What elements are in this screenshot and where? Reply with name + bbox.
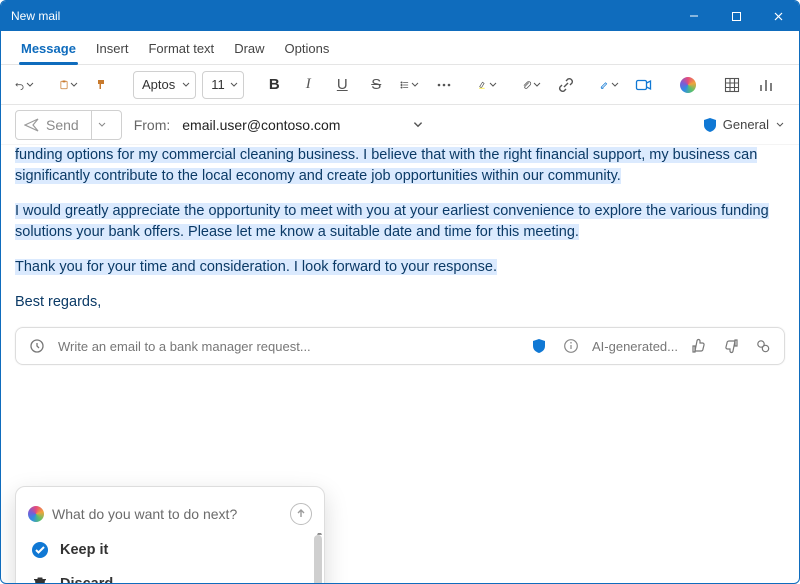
copilot-icon (680, 77, 696, 93)
ribbon-toolbar: Aptos 11 B I U S (1, 65, 799, 105)
font-size-select[interactable]: 11 (202, 71, 244, 99)
minimize-button[interactable] (673, 1, 715, 31)
signature-button[interactable] (596, 71, 624, 99)
body-signoff: Best regards, (15, 292, 785, 313)
history-icon[interactable] (26, 335, 48, 357)
copilot-button[interactable] (674, 71, 702, 99)
sensitivity-label: General (723, 117, 769, 132)
ribbon-tabs: Message Insert Format text Draw Options (1, 31, 799, 65)
popup-discard-label: Discard (60, 576, 113, 584)
info-icon[interactable] (560, 335, 582, 357)
tab-format-text[interactable]: Format text (138, 35, 224, 64)
format-painter-button[interactable] (89, 71, 117, 99)
tab-draw[interactable]: Draw (224, 35, 274, 64)
window-title: New mail (11, 9, 673, 23)
copilot-next-popup: What do you want to do next? ▴ Keep it D… (15, 486, 325, 584)
window-controls (673, 1, 799, 31)
body-paragraph: funding options for my commercial cleani… (15, 147, 757, 184)
attach-button[interactable] (518, 71, 546, 99)
bold-button[interactable]: B (260, 71, 288, 99)
from-label: From: (134, 117, 171, 133)
font-name-select[interactable]: Aptos (133, 71, 196, 99)
link-button[interactable] (552, 71, 580, 99)
send-split-button[interactable] (91, 111, 113, 139)
tab-insert[interactable]: Insert (86, 35, 139, 64)
font-size-value: 11 (211, 77, 225, 92)
copilot-icon (28, 506, 44, 522)
maximize-button[interactable] (715, 1, 757, 31)
sensitivity-selector[interactable]: General (703, 117, 785, 133)
paste-button[interactable] (55, 71, 83, 99)
thumbs-down-button[interactable] (720, 335, 742, 357)
body-paragraph: Thank you for your time and consideratio… (15, 259, 497, 275)
popup-discard[interactable]: Discard (16, 567, 316, 584)
highlighter-button[interactable] (474, 71, 502, 99)
thumbs-up-button[interactable] (688, 335, 710, 357)
copilot-prompt-bar: Write an email to a bank manager request… (15, 327, 785, 365)
close-button[interactable] (757, 1, 799, 31)
trash-icon (30, 574, 50, 584)
app-window: New mail Message Insert Format text Draw… (0, 0, 800, 584)
tab-options[interactable]: Options (275, 35, 340, 64)
from-email[interactable]: email.user@contoso.com (182, 117, 340, 133)
poll-button[interactable] (752, 71, 780, 99)
email-body[interactable]: funding options for my commercial cleani… (1, 145, 799, 313)
send-icon (24, 117, 40, 133)
font-name-value: Aptos (142, 77, 175, 92)
shield-icon (703, 117, 717, 133)
popup-keep-label: Keep it (60, 542, 108, 558)
camera-button[interactable] (630, 71, 658, 99)
copilot-popup-prompt: What do you want to do next? (52, 506, 237, 522)
send-label: Send (46, 117, 79, 133)
check-icon (30, 540, 50, 560)
bullets-button[interactable] (396, 71, 424, 99)
popup-keep-it[interactable]: Keep it (16, 533, 316, 567)
body-paragraph: I would greatly appreciate the opportuni… (15, 203, 769, 240)
email-header: Send From: email.user@contoso.com Genera… (1, 105, 799, 145)
chevron-down-icon (229, 80, 239, 90)
chevron-down-icon (775, 120, 785, 130)
send-button[interactable]: Send (15, 110, 122, 140)
scrollbar-thumb[interactable] (314, 535, 322, 584)
more-formatting-button[interactable] (430, 71, 458, 99)
chevron-down-icon (181, 80, 191, 90)
strike-button[interactable]: S (362, 71, 390, 99)
from-dropdown[interactable] (412, 119, 424, 131)
copilot-prompt-text[interactable]: Write an email to a bank manager request… (58, 339, 518, 354)
underline-button[interactable]: U (328, 71, 356, 99)
shield-icon[interactable] (528, 335, 550, 357)
ribbon-overflow-button[interactable] (796, 71, 800, 99)
italic-button[interactable]: I (294, 71, 322, 99)
table-button[interactable] (718, 71, 746, 99)
copy-button[interactable] (752, 335, 774, 357)
tab-message[interactable]: Message (11, 35, 86, 64)
undo-button[interactable] (11, 71, 39, 99)
title-bar: New mail (1, 1, 799, 31)
ai-generated-label: AI-generated... (592, 339, 678, 354)
submit-button[interactable] (290, 503, 312, 525)
